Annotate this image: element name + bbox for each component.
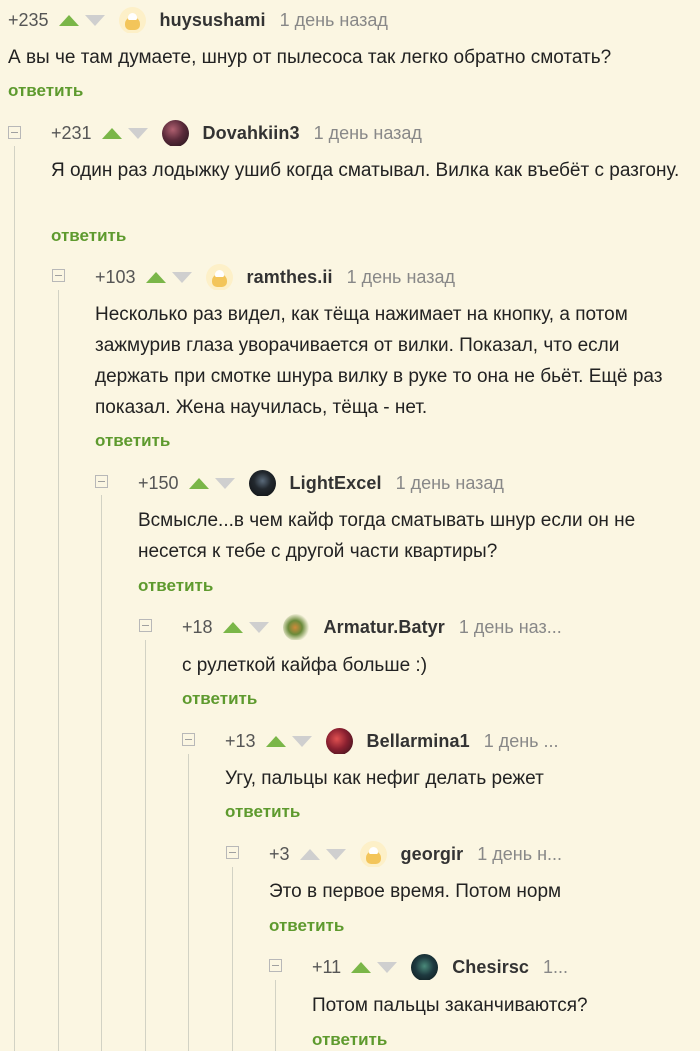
comment-time[interactable]: 1... bbox=[543, 957, 568, 978]
upvote-arrow-icon[interactable] bbox=[265, 735, 286, 747]
default-avatar-icon[interactable] bbox=[205, 264, 233, 290]
comment-rating: +3 bbox=[269, 843, 290, 864]
downvote-arrow-icon[interactable] bbox=[214, 477, 235, 489]
reply-link[interactable]: ответить bbox=[138, 576, 213, 596]
comment-username[interactable]: ramthes.ii bbox=[247, 267, 333, 288]
comment-text: Я один раз лодыжку ушиб когда сматывал. … bbox=[51, 160, 680, 181]
thread-line bbox=[145, 640, 146, 1051]
upvote-arrow-icon[interactable] bbox=[145, 271, 166, 283]
user-photo-avatar-icon[interactable] bbox=[325, 728, 353, 754]
reply-link[interactable]: ответить bbox=[269, 916, 344, 936]
comment-rating: +11 bbox=[312, 956, 342, 977]
user-photo-avatar-icon[interactable] bbox=[282, 614, 310, 640]
thread-line bbox=[58, 290, 59, 1051]
collapse-toggle-icon[interactable] bbox=[226, 846, 239, 859]
upvote-arrow-icon[interactable] bbox=[299, 848, 320, 860]
comment-header: +103 ramthes.ii 1 день назад bbox=[95, 264, 700, 290]
comment-header: +18 Armatur.Batyr 1 день наз... bbox=[182, 614, 700, 640]
reply-link[interactable]: ответить bbox=[182, 689, 257, 709]
comment-text: с рулеткой кайфа больше :) bbox=[182, 655, 428, 676]
user-photo-avatar-icon[interactable] bbox=[161, 120, 189, 146]
comment-rating: +235 bbox=[8, 9, 49, 30]
comment-time[interactable]: 1 день назад bbox=[280, 10, 388, 31]
comment-header: +231 Dovahkiin3 1 день назад bbox=[51, 120, 700, 146]
upvote-arrow-icon[interactable] bbox=[101, 127, 122, 139]
comment-username[interactable]: Chesirsc bbox=[452, 957, 529, 978]
thread-line bbox=[101, 495, 102, 1051]
comment-time[interactable]: 1 день н... bbox=[477, 844, 562, 865]
thread-line bbox=[232, 867, 233, 1051]
thread-line bbox=[14, 146, 15, 1051]
collapse-toggle-icon[interactable] bbox=[95, 475, 108, 488]
comment-header: +150 LightExcel 1 день назад bbox=[138, 470, 700, 496]
collapse-toggle-icon[interactable] bbox=[182, 733, 195, 746]
comment-rating: +231 bbox=[51, 122, 92, 143]
user-photo-avatar-icon[interactable] bbox=[411, 954, 439, 980]
comment-rating: +103 bbox=[95, 266, 136, 287]
comment-text: Потом пальцы заканчиваются? bbox=[312, 995, 588, 1016]
comment-rating: +18 bbox=[182, 616, 213, 637]
comment-header: +235 huysushami 1 день назад bbox=[8, 7, 700, 33]
thread-line bbox=[188, 754, 189, 1051]
downvote-arrow-icon[interactable] bbox=[248, 621, 269, 633]
thread-line bbox=[275, 980, 276, 1051]
upvote-arrow-icon[interactable] bbox=[188, 477, 209, 489]
reply-link[interactable]: ответить bbox=[312, 1030, 387, 1050]
comment-username[interactable]: LightExcel bbox=[290, 473, 382, 494]
downvote-arrow-icon[interactable] bbox=[325, 848, 346, 860]
user-photo-avatar-icon[interactable] bbox=[248, 470, 276, 496]
comment-time[interactable]: 1 день наз... bbox=[459, 617, 562, 638]
downvote-arrow-icon[interactable] bbox=[377, 961, 398, 973]
upvote-arrow-icon[interactable] bbox=[222, 621, 243, 633]
comment-text: Всмысле...в чем кайф тогда сматывать шну… bbox=[138, 510, 636, 562]
upvote-arrow-icon[interactable] bbox=[58, 14, 79, 26]
comment-text: Угу, пальцы как нефиг делать режет bbox=[225, 768, 544, 789]
collapse-toggle-icon[interactable] bbox=[8, 126, 21, 139]
comment-text: А вы че там думаете, шнур от пылесоса та… bbox=[8, 47, 612, 68]
comment-header: +13 Bellarmina1 1 день ... bbox=[225, 728, 700, 754]
downvote-arrow-icon[interactable] bbox=[291, 735, 312, 747]
comment-time[interactable]: 1 день назад bbox=[396, 473, 504, 494]
comment-text: Это в первое время. Потом норм bbox=[269, 881, 562, 902]
comment-time[interactable]: 1 день назад bbox=[314, 123, 422, 144]
collapse-toggle-icon[interactable] bbox=[52, 269, 65, 282]
comment-time[interactable]: 1 день назад bbox=[347, 267, 455, 288]
default-avatar-icon[interactable] bbox=[359, 841, 387, 867]
reply-link[interactable]: ответить bbox=[95, 431, 170, 451]
reply-link[interactable]: ответить bbox=[8, 81, 83, 101]
downvote-arrow-icon[interactable] bbox=[84, 14, 105, 26]
comment-rating: +150 bbox=[138, 472, 179, 493]
downvote-arrow-icon[interactable] bbox=[127, 127, 148, 139]
comment-header: +3 georgir 1 день н... bbox=[269, 841, 700, 867]
collapse-toggle-icon[interactable] bbox=[139, 619, 152, 632]
comment-header: +11 Chesirsc 1... bbox=[312, 954, 700, 980]
collapse-toggle-icon[interactable] bbox=[269, 959, 282, 972]
reply-link[interactable]: ответить bbox=[51, 226, 126, 246]
comment-time[interactable]: 1 день ... bbox=[484, 731, 559, 752]
comment-username[interactable]: Dovahkiin3 bbox=[203, 123, 300, 144]
comment-username[interactable]: georgir bbox=[401, 844, 464, 865]
downvote-arrow-icon[interactable] bbox=[171, 271, 192, 283]
comment-username[interactable]: Bellarmina1 bbox=[367, 731, 470, 752]
comment-rating: +13 bbox=[225, 730, 256, 751]
comment-text: Несколько раз видел, как тёща нажимает н… bbox=[95, 304, 663, 418]
reply-link[interactable]: ответить bbox=[225, 802, 300, 822]
comment-username[interactable]: huysushami bbox=[160, 10, 266, 31]
default-avatar-icon[interactable] bbox=[118, 7, 146, 33]
comment-username[interactable]: Armatur.Batyr bbox=[324, 617, 445, 638]
upvote-arrow-icon[interactable] bbox=[351, 961, 372, 973]
